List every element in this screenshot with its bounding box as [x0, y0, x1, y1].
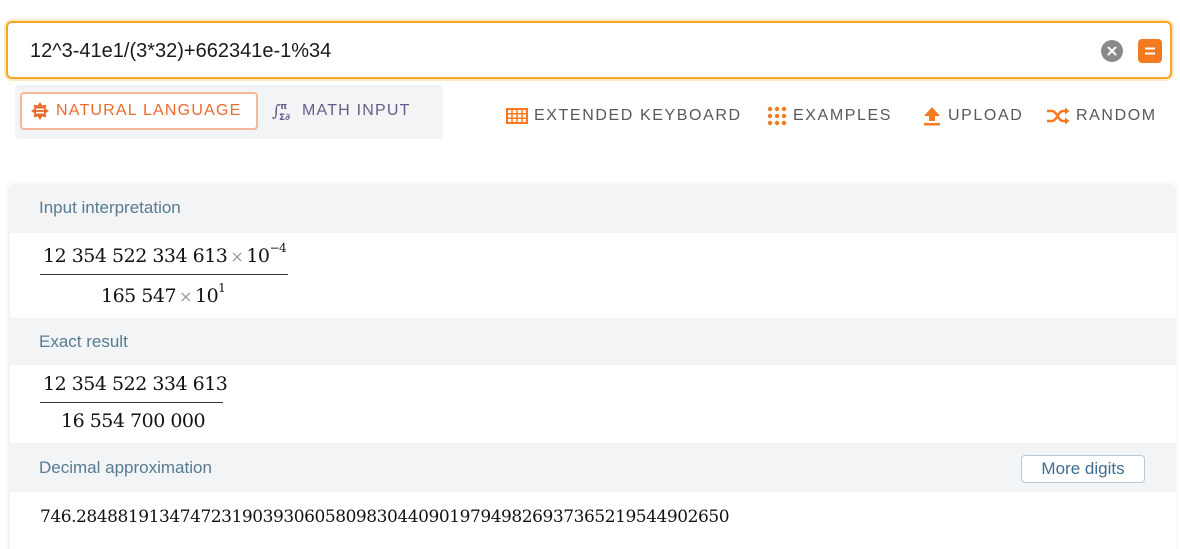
input-interpretation-fraction: 12 354 522 334 613 × 10−4 165 547 × 101: [40, 241, 290, 315]
numerator-mantissa: 12 354 522 334 613: [43, 245, 228, 267]
compute-button[interactable]: [1138, 39, 1162, 63]
keyboard-grid-icon: [506, 108, 528, 124]
math-input-icon: ∫ π Σ∂: [272, 101, 290, 123]
svg-text:π: π: [280, 102, 287, 112]
denominator-exponent: 1: [218, 281, 226, 295]
tab-natural-language-label: NATURAL LANGUAGE: [56, 102, 242, 119]
natural-language-icon: [31, 102, 49, 120]
random-button[interactable]: RANDOM: [1046, 104, 1157, 128]
fraction-numerator: 12 354 522 334 613: [43, 373, 228, 395]
tab-natural-language[interactable]: NATURAL LANGUAGE: [20, 92, 258, 130]
svg-text:Σ∂: Σ∂: [279, 113, 290, 123]
times-sign: ×: [179, 287, 192, 306]
numerator-base: 10: [246, 245, 270, 267]
extended-keyboard-button[interactable]: EXTENDED KEYBOARD: [506, 104, 742, 128]
decimal-approximation-value: 746.284881913474723190393060580983044090…: [40, 507, 730, 527]
exact-result-fraction: 12 354 522 334 613 16 554 700 000: [40, 373, 240, 435]
more-digits-button[interactable]: More digits: [1021, 455, 1145, 483]
tab-math-input-label: MATH INPUT: [302, 102, 411, 119]
upload-label: UPLOAD: [948, 107, 1024, 124]
examples-button[interactable]: EXAMPLES: [767, 104, 892, 128]
examples-label: EXAMPLES: [793, 107, 893, 124]
denominator-base: 10: [194, 285, 219, 307]
clear-button[interactable]: [1101, 40, 1123, 62]
clear-icon: [1107, 46, 1117, 56]
decimal-approximation-title: Decimal approximation: [39, 458, 212, 477]
denominator-mantissa: 165 547: [101, 285, 177, 307]
random-label: RANDOM: [1076, 107, 1157, 124]
dots-grid-icon: [767, 106, 787, 126]
shuffle-icon: [1047, 107, 1070, 125]
numerator-exponent: −4: [269, 241, 287, 255]
exact-result-title: Exact result: [39, 332, 128, 351]
equals-icon: [1145, 47, 1155, 55]
fraction-denominator: 16 554 700 000: [61, 410, 206, 432]
upload-button[interactable]: UPLOAD: [922, 104, 1023, 128]
upload-icon: [924, 107, 940, 126]
search-bar[interactable]: 12^3-41e1/(3*32)+662341e-1%34: [6, 21, 1172, 79]
fraction-numerator: 12 354 522 334 613 × 10−4: [43, 241, 287, 267]
tab-math-input[interactable]: ∫ π Σ∂ MATH INPUT: [272, 92, 411, 130]
search-input[interactable]: 12^3-41e1/(3*32)+662341e-1%34: [30, 40, 331, 63]
fraction-bar: [40, 274, 288, 275]
fraction-bar: [40, 402, 223, 403]
input-interpretation-title: Input interpretation: [39, 198, 181, 217]
fraction-denominator: 165 547 × 101: [101, 281, 226, 307]
extended-keyboard-label: EXTENDED KEYBOARD: [534, 107, 742, 124]
times-sign: ×: [230, 247, 244, 266]
